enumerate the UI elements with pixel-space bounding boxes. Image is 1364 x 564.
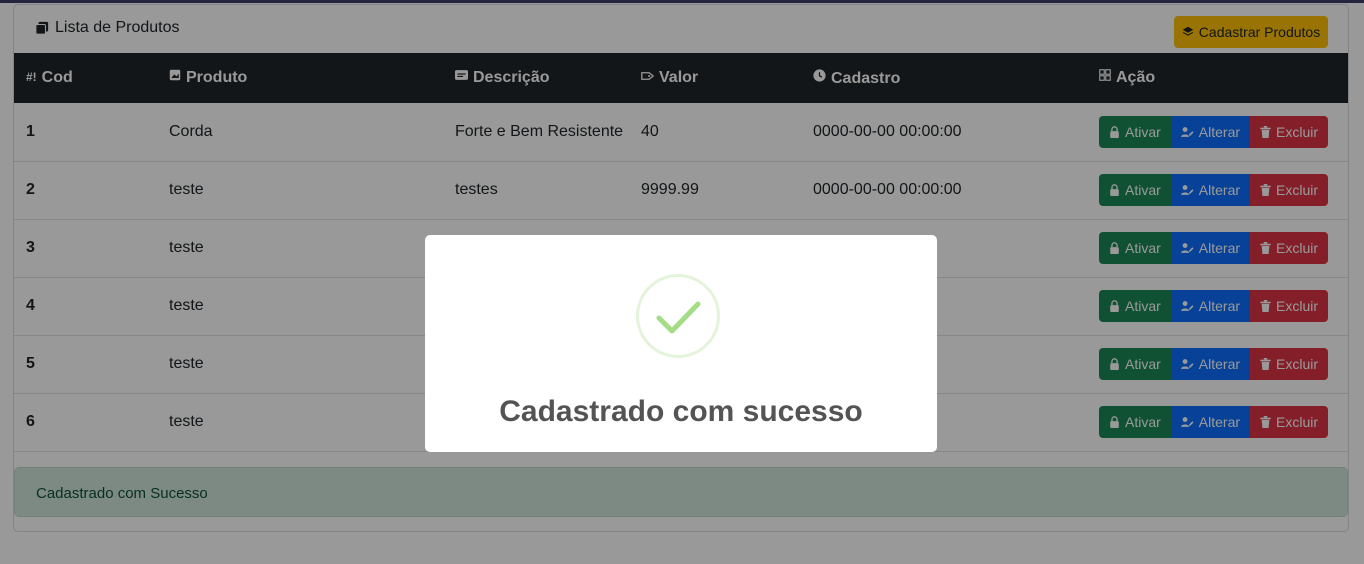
success-icon-ring [636, 274, 720, 358]
modal-title: Cadastrado com sucesso [499, 395, 863, 428]
check-icon [656, 301, 701, 334]
success-modal: Cadastrado com sucesso [425, 235, 937, 452]
